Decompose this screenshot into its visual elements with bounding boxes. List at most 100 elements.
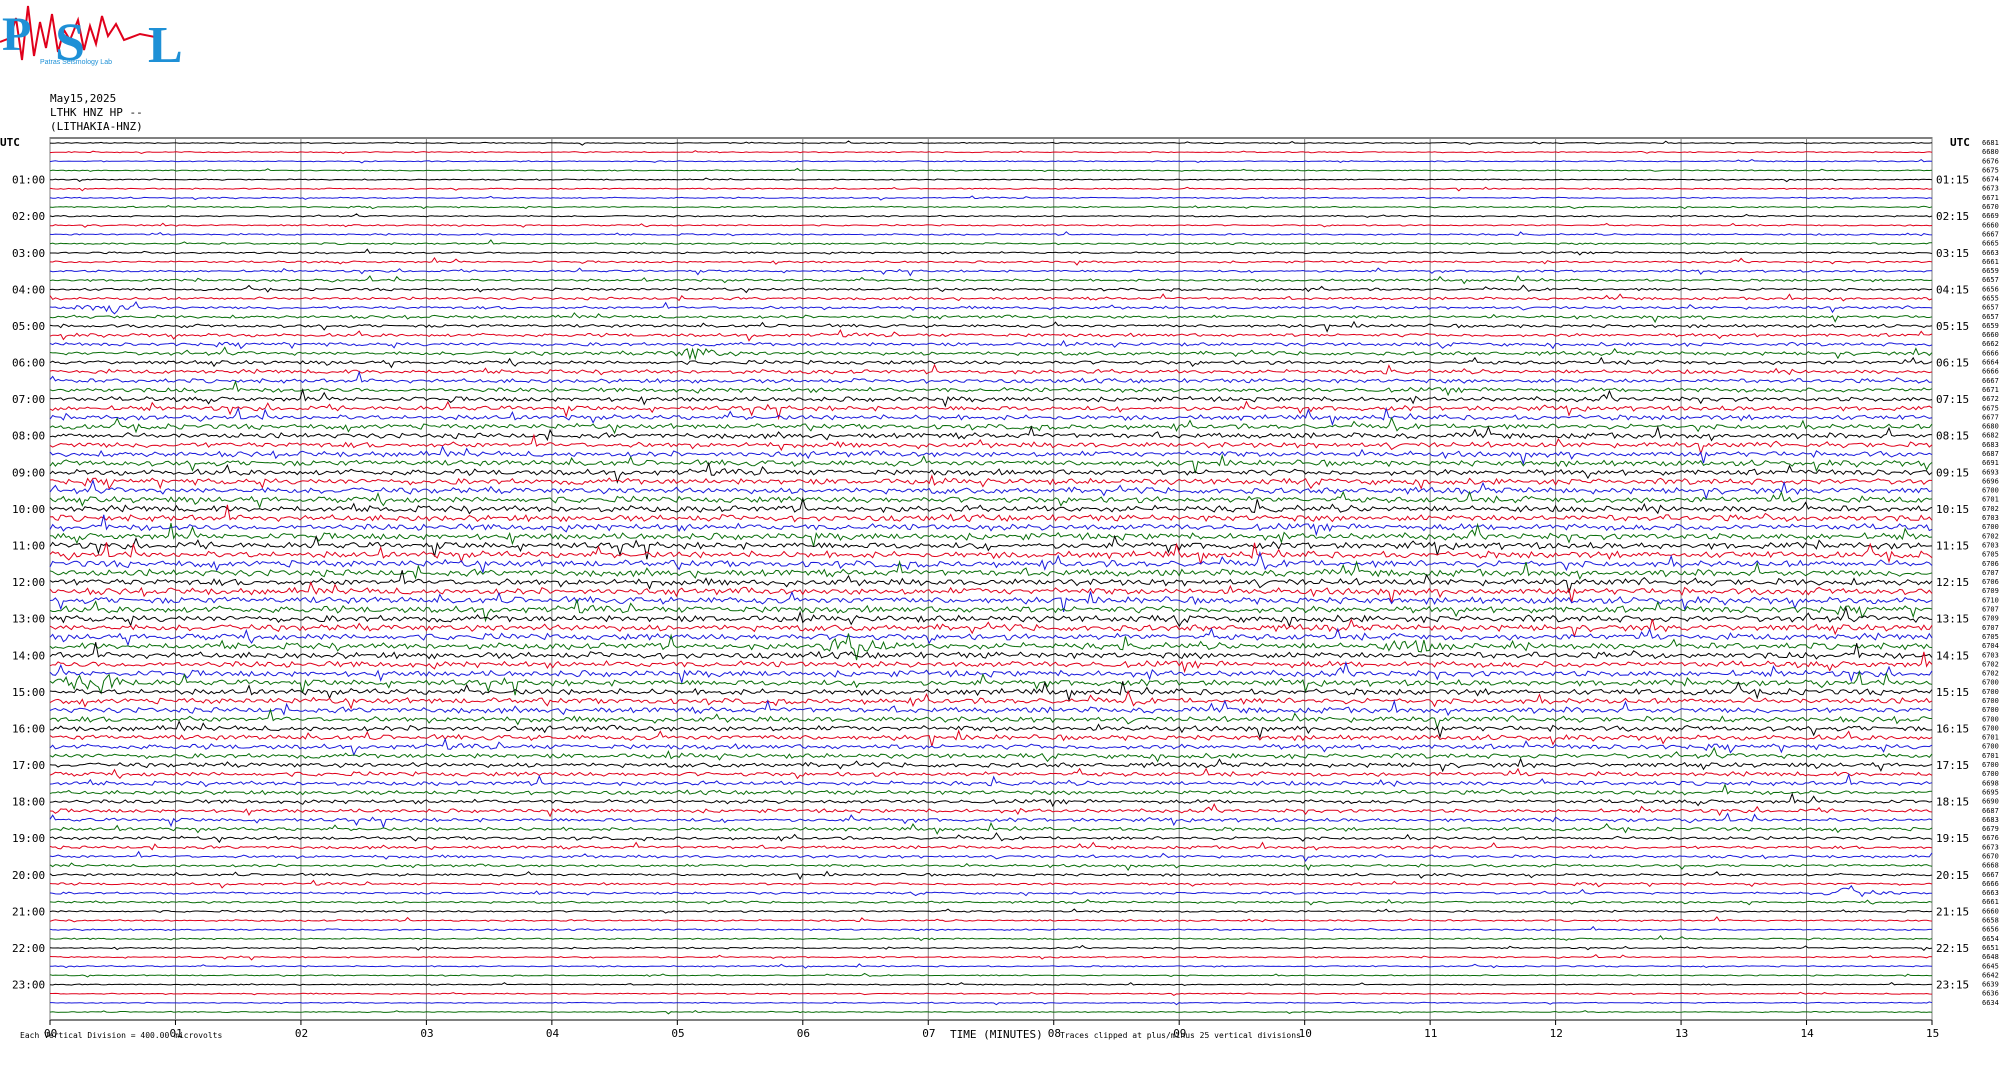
scale-note: Each Vertical Division = 400.00 microvol… xyxy=(20,1031,222,1040)
trace-offset-label: 6706 xyxy=(1982,560,1999,568)
trace-offset-label: 6693 xyxy=(1982,468,1999,476)
trace-black xyxy=(49,720,1933,740)
trace-offset-label: 6636 xyxy=(1982,990,1999,998)
trace-blue xyxy=(49,925,1932,932)
trace-green xyxy=(49,599,1933,623)
hour-label-right: 07:15 xyxy=(1936,393,1969,406)
hour-label-left: 21:00 xyxy=(12,905,45,918)
trace-red xyxy=(49,916,1933,923)
trace-green xyxy=(49,1010,1933,1015)
trace-offset-label: 6675 xyxy=(1982,404,1999,412)
trace-offset-label: 6651 xyxy=(1982,944,1999,952)
trace-black xyxy=(49,792,1933,808)
trace-offset-label: 6657 xyxy=(1982,276,1999,284)
trace-black xyxy=(49,908,1933,914)
trace-black xyxy=(49,356,1933,369)
trace-offset-label: 6680 xyxy=(1982,423,1999,431)
trace-red xyxy=(49,618,1933,639)
trace-green xyxy=(49,167,1933,173)
trace-blue xyxy=(50,963,1933,969)
trace-green xyxy=(49,972,1933,978)
hour-label-left: 08:00 xyxy=(12,430,45,443)
trace-red xyxy=(49,433,1933,456)
trace-offset-label: 6654 xyxy=(1982,935,1999,943)
trace-blue xyxy=(49,772,1933,788)
trace-offset-label: 6683 xyxy=(1982,441,1999,449)
hour-label-left: 13:00 xyxy=(12,613,45,626)
right-axis-title: UTC xyxy=(1950,136,1970,149)
trace-red xyxy=(50,222,1933,228)
trace-offset-label: 6664 xyxy=(1982,359,1999,367)
trace-offset-label: 6683 xyxy=(1982,816,1999,824)
trace-offset-label: 6674 xyxy=(1982,176,1999,184)
trace-offset-label: 6704 xyxy=(1982,642,1999,650)
trace-offset-label: 6676 xyxy=(1982,157,1999,165)
trace-green xyxy=(49,746,1933,763)
x-tick-label: 04 xyxy=(546,1027,560,1040)
trace-offset-label: 6660 xyxy=(1982,331,1999,339)
hour-label-left: 11:00 xyxy=(12,539,45,552)
trace-offset-label: 6703 xyxy=(1982,651,1999,659)
trace-offset-label: 6662 xyxy=(1982,340,1999,348)
trace-blue xyxy=(49,850,1933,862)
hour-label-left: 01:00 xyxy=(12,174,45,187)
trace-black xyxy=(49,320,1933,333)
trace-black xyxy=(49,757,1933,773)
trace-offset-label: 6706 xyxy=(1982,578,1999,586)
trace-green xyxy=(49,453,1933,474)
hour-label-right: 20:15 xyxy=(1936,869,1969,882)
trace-red xyxy=(49,474,1933,490)
trace-offset-label: 6687 xyxy=(1982,450,1999,458)
hour-label-right: 03:15 xyxy=(1936,247,1969,260)
trace-offset-label: 6667 xyxy=(1982,377,1999,385)
hour-label-left: 17:00 xyxy=(12,759,45,772)
trace-green xyxy=(49,522,1933,547)
trace-offset-label: 6690 xyxy=(1982,798,1999,806)
trace-offset-label: 6702 xyxy=(1982,532,1999,540)
trace-blue xyxy=(49,627,1933,647)
trace-offset-label: 6665 xyxy=(1982,240,1999,248)
trace-offset-label: 6695 xyxy=(1982,788,1999,796)
hour-label-right: 11:15 xyxy=(1936,539,1969,552)
trace-offset-label: 6669 xyxy=(1982,212,1999,220)
trace-offset-label: 6709 xyxy=(1982,587,1999,595)
x-axis-label: TIME (MINUTES) xyxy=(950,1028,1043,1041)
seismogram-chart: UTC UTC 01:00 02:00 03:00 04:00 05:00 06:00 07:0… xyxy=(0,136,1999,1041)
trace-green xyxy=(49,379,1933,397)
trace-red xyxy=(50,991,1933,996)
trace-red xyxy=(49,186,1933,192)
trace-offset-label: 6705 xyxy=(1982,551,1999,559)
hour-label-left: 02:00 xyxy=(12,210,45,223)
trace-offset-label: 6656 xyxy=(1982,926,1999,934)
hour-label-left: 15:00 xyxy=(12,686,45,699)
x-tick-label: 05 xyxy=(671,1027,684,1040)
trace-offset-label: 6645 xyxy=(1982,962,1999,970)
trace-green xyxy=(49,312,1933,324)
trace-offset-label: 6657 xyxy=(1982,304,1999,312)
trace-offset-label: 6639 xyxy=(1982,981,1999,989)
hour-label-left: 09:00 xyxy=(12,466,45,479)
trace-red xyxy=(49,363,1933,376)
trace-black xyxy=(50,248,1933,256)
hour-label-right: 18:15 xyxy=(1936,796,1969,809)
trace-red xyxy=(49,767,1933,780)
x-tick-label: 08 xyxy=(1048,1027,1061,1040)
trace-red xyxy=(49,328,1933,342)
hour-label-left: 07:00 xyxy=(12,393,45,406)
trace-offset-label: 6700 xyxy=(1982,724,1999,732)
trace-black xyxy=(50,177,1933,183)
trace-offset-label: 6668 xyxy=(1982,862,1999,870)
trace-red xyxy=(49,879,1933,889)
trace-offset-label: 6680 xyxy=(1982,148,1999,156)
hour-label-left: 03:00 xyxy=(12,247,45,260)
trace-offset-label: 6698 xyxy=(1982,779,1999,787)
trace-black xyxy=(49,832,1933,844)
trace-offset-label: 6661 xyxy=(1982,258,1999,266)
hour-label-right: 10:15 xyxy=(1936,503,1969,516)
x-tick-label: 07 xyxy=(922,1027,935,1040)
trace-red xyxy=(49,729,1933,747)
trace-red xyxy=(49,150,1933,155)
trace-offset-label: 6710 xyxy=(1982,596,1999,604)
trace-black xyxy=(49,870,1933,881)
hour-label-right: 09:15 xyxy=(1936,466,1969,479)
